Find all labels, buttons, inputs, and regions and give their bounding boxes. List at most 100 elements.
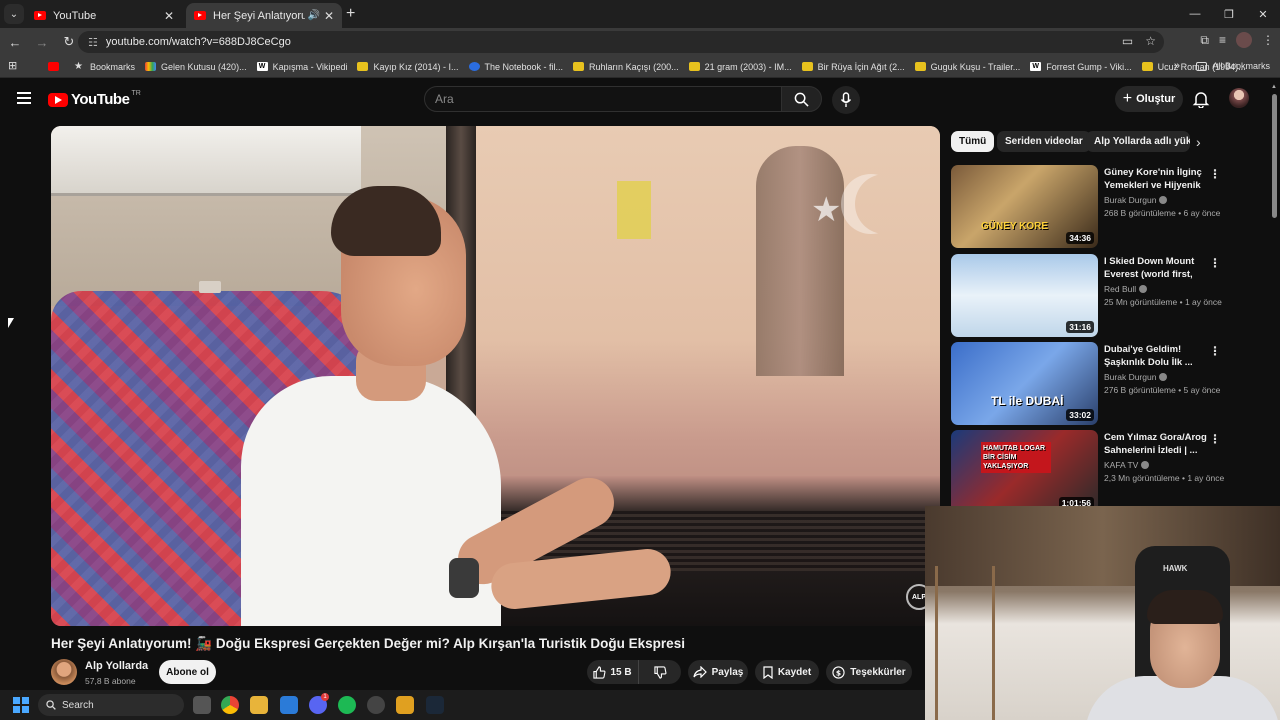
channel-avatar[interactable] — [51, 659, 77, 685]
recommended-meta: 276 B görüntüleme • 5 ay önce — [1104, 385, 1221, 395]
recommended-video[interactable]: HAMUTAB LOGAR BİR CİSİM YAKLAŞIYOR 1:01:… — [951, 430, 1261, 514]
menu-icon[interactable] — [17, 92, 31, 104]
bookmark-item[interactable]: 21 gram (2003) - IM... — [688, 62, 792, 72]
video-player[interactable]: ★ ALP — [51, 126, 940, 626]
video-thumbnail[interactable]: 31:16 — [951, 254, 1098, 337]
taskbar-search[interactable]: Search — [38, 694, 184, 716]
subscriber-count: 57,8 B abone — [85, 676, 136, 686]
search-icon — [794, 92, 809, 107]
bookmark-item[interactable]: The Notebook - fil... — [468, 62, 563, 72]
video-frame-shelf — [51, 126, 361, 196]
address-bar[interactable]: ☷ youtube.com/watch?v=688DJ8CeCgo ▭ ☆ — [78, 31, 1164, 53]
recommended-channel[interactable]: KAFA TV — [1104, 460, 1150, 470]
mouse-cursor-icon — [8, 318, 14, 328]
youtube-logo[interactable]: YouTube TR — [48, 90, 141, 108]
minimize-icon[interactable]: — — [1178, 0, 1212, 28]
profile-avatar[interactable] — [1236, 32, 1252, 48]
browser-menu-icon[interactable]: ⋮ — [1262, 33, 1274, 47]
forward-arrow-icon[interactable]: → — [30, 30, 54, 54]
steam-icon[interactable] — [426, 696, 444, 714]
recommended-channel[interactable]: Burak Durgun — [1104, 372, 1168, 382]
more-options-icon[interactable]: ⋮ — [1209, 432, 1221, 446]
bookmark-item[interactable]: W Kapışma - Vikipedi — [256, 62, 347, 72]
chip-all[interactable]: Tümü — [951, 131, 995, 152]
video-thumbnail[interactable]: GÜNEY KORE 34:36 — [951, 165, 1098, 248]
recommended-channel[interactable]: Red Bull — [1104, 284, 1148, 294]
bookmark-item[interactable]: ★ Bookmarks — [74, 62, 135, 72]
thanks-button[interactable]: $ Teşekkürler — [826, 660, 912, 684]
close-tab-icon[interactable]: ✕ — [324, 9, 334, 23]
voice-search-button[interactable] — [832, 86, 860, 114]
search-placeholder: Ara — [435, 92, 454, 106]
webcam-person-hair — [1147, 590, 1223, 624]
outlook-icon[interactable] — [280, 696, 298, 714]
recommended-video[interactable]: 31:16 I Skied Down Mount Everest (world … — [951, 254, 1261, 338]
task-view-icon[interactable] — [193, 696, 211, 714]
apps-button[interactable]: ⊞ — [8, 61, 24, 72]
audio-playing-icon[interactable]: 🔊 — [307, 10, 319, 21]
folder-icon — [1141, 62, 1153, 71]
search-input[interactable]: Ara — [424, 86, 782, 112]
close-window-icon[interactable]: ✕ — [1246, 0, 1280, 28]
search-button[interactable] — [781, 86, 822, 112]
tab-youtube[interactable]: YouTube ✕ — [26, 3, 182, 28]
chevron-right-icon[interactable]: › — [1196, 134, 1201, 150]
file-explorer-icon[interactable] — [250, 696, 268, 714]
scrollbar-thumb[interactable] — [1272, 94, 1277, 218]
restore-icon[interactable]: ❐ — [1212, 0, 1246, 28]
bookmark-item[interactable]: Guguk Kuşu - Trailer... — [914, 62, 1020, 72]
chip-series[interactable]: Seriden videolar — [997, 131, 1091, 152]
scroll-up-icon[interactable]: ▲ — [1271, 84, 1277, 90]
dislike-button[interactable] — [639, 665, 681, 679]
tab-video[interactable]: Her Şeyi Anlatıyorum! 🚂 D 🔊 ✕ — [186, 3, 342, 28]
video-thumbnail[interactable]: TL ile DUBAİ 33:02 — [951, 342, 1098, 425]
more-options-icon[interactable]: ⋮ — [1209, 344, 1221, 358]
channel-name[interactable]: Alp Yollarda — [85, 660, 148, 672]
cast-icon[interactable]: ▭ — [1122, 34, 1133, 48]
bookmark-item[interactable]: Kayıp Kız (2014) - I... — [357, 62, 459, 72]
chip-channel-uploads[interactable]: Alp Yollarda adlı yükle — [1086, 131, 1190, 152]
share-button[interactable]: Paylaş — [688, 660, 748, 684]
video-thumbnail[interactable]: HAMUTAB LOGAR BİR CİSİM YAKLAŞIYOR 1:01:… — [951, 430, 1098, 513]
create-button[interactable]: + Oluştur — [1115, 86, 1183, 112]
search-icon — [46, 700, 56, 710]
recommended-title[interactable]: Güney Kore'nin İlginç Yemekleri ve Hijye… — [1104, 166, 1208, 192]
bookmark-star-icon[interactable]: ☆ — [1145, 34, 1156, 48]
new-tab-button[interactable]: + — [346, 5, 355, 23]
bookmark-item[interactable]: Bir Rüya İçin Ağıt (2... — [801, 62, 905, 72]
media-controls-icon[interactable]: ≡ — [1219, 33, 1226, 47]
windows-start-icon[interactable] — [13, 697, 29, 713]
bookmark-item[interactable]: Gelen Kutusu (420)... — [145, 62, 247, 72]
youtube-icon — [914, 62, 926, 71]
extensions-icon[interactable]: ⧉ — [1200, 33, 1209, 48]
bookmark-item[interactable] — [48, 62, 64, 71]
bookmark-item[interactable]: W Forrest Gump - Viki... — [1030, 62, 1132, 72]
account-avatar[interactable] — [1229, 88, 1249, 108]
recommended-title[interactable]: I Skied Down Mount Everest (world first,… — [1104, 255, 1208, 281]
recommended-meta: 2,3 Mn görüntüleme • 1 ay önce — [1104, 473, 1225, 483]
close-tab-icon[interactable]: ✕ — [164, 9, 174, 23]
subscribe-button[interactable]: Abone ol — [159, 660, 216, 684]
tab-search-button[interactable]: ⌄ — [4, 4, 24, 24]
save-button[interactable]: Kaydet — [755, 660, 819, 684]
recommended-channel[interactable]: Burak Durgun — [1104, 195, 1168, 205]
notifications-bell-icon[interactable] — [1192, 90, 1210, 108]
thumbnail-caption: GÜNEY KORE — [981, 221, 1049, 232]
site-info-icon[interactable]: ☷ — [88, 36, 98, 49]
like-button[interactable]: 15 B — [587, 660, 639, 684]
more-options-icon[interactable]: ⋮ — [1209, 256, 1221, 270]
app-icon[interactable] — [367, 696, 385, 714]
recommended-title[interactable]: Cem Yılmaz Gora/Arog Sahnelerini İzledi … — [1104, 431, 1208, 457]
back-arrow-icon[interactable]: ← — [3, 30, 27, 54]
recommended-title[interactable]: Dubai'ye Geldim! Şaşkınlık Dolu İlk ... — [1104, 343, 1208, 369]
youtube-header: YouTube TR Ara + Oluştur — [0, 78, 1280, 120]
chrome-icon[interactable] — [221, 696, 239, 714]
recommended-video[interactable]: TL ile DUBAİ 33:02 Dubai'ye Geldim! Şaşk… — [951, 342, 1261, 426]
more-options-icon[interactable]: ⋮ — [1209, 167, 1221, 181]
app-icon[interactable] — [396, 696, 414, 714]
recommended-video[interactable]: GÜNEY KORE 34:36 Güney Kore'nin İlginç Y… — [951, 165, 1261, 249]
spotify-icon[interactable] — [338, 696, 356, 714]
bookmark-item[interactable]: Ruhların Kaçışı (200... — [573, 62, 679, 72]
all-bookmarks-button[interactable]: All Bookmarks — [1196, 61, 1270, 71]
more-bookmarks-icon[interactable]: » — [1174, 60, 1180, 72]
